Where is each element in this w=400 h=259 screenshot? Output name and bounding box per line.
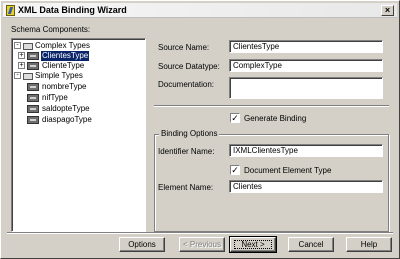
element-name-label: Element Name: — [158, 183, 214, 192]
identifier-name-field[interactable]: IXMLClientesType — [229, 144, 383, 157]
delphi-app-icon — [6, 5, 15, 16]
bottom-separator — [7, 232, 393, 234]
expand-icon[interactable]: + — [18, 52, 25, 59]
close-button[interactable]: × — [381, 5, 394, 16]
schema-components-tree[interactable]: - Complex Types + ClientesType + Cliente… — [11, 38, 146, 232]
generate-binding-label: Generate Binding — [244, 114, 307, 123]
identifier-name-label: Identifier Name: — [158, 147, 215, 156]
source-datatype-field[interactable]: ComplexType — [229, 59, 383, 72]
tree-item-label: diaspagoType — [42, 115, 92, 124]
simple-type-icon — [27, 94, 39, 102]
simple-type-icon — [27, 116, 39, 124]
title-bar: XML Data Binding Wizard × — [3, 3, 397, 18]
folder-icon — [23, 73, 33, 80]
folder-icon — [23, 43, 33, 50]
complex-type-icon — [27, 52, 39, 60]
tree-item-label: saldopteType — [42, 104, 90, 113]
cancel-button[interactable]: Cancel — [288, 237, 334, 252]
tree-item-label: nombreType — [42, 82, 87, 91]
tree-group-label: Complex Types — [35, 41, 90, 50]
simple-type-icon — [27, 83, 39, 91]
options-button[interactable]: Options — [119, 237, 165, 252]
generate-binding-checkbox[interactable]: ✓ — [230, 113, 240, 123]
schema-components-label: Schema Components: — [11, 25, 91, 34]
previous-button[interactable]: < Previous — [179, 237, 225, 252]
simple-type-icon — [27, 105, 39, 113]
source-name-label: Source Name: — [158, 43, 210, 52]
tree-group-label: Simple Types — [35, 71, 83, 80]
complex-type-icon — [27, 62, 39, 70]
collapse-icon[interactable]: - — [14, 42, 21, 49]
documentation-field[interactable] — [229, 77, 383, 99]
expand-icon[interactable]: + — [18, 62, 25, 69]
focus-ring — [234, 240, 272, 249]
collapse-icon[interactable]: - — [14, 72, 21, 79]
tree-item-label: ClientesType — [41, 51, 90, 61]
source-name-field[interactable]: ClientesType — [229, 40, 383, 53]
source-datatype-label: Source Datatype: — [158, 62, 220, 71]
tree-item-label: ClienteType — [42, 61, 85, 70]
tree-item-label: nifType — [42, 93, 68, 102]
binding-options-label: Binding Options — [159, 129, 220, 138]
wizard-window: XML Data Binding Wizard × Schema Compone… — [0, 0, 400, 259]
next-button[interactable]: Next > — [229, 236, 277, 253]
document-element-type-label: Document Element Type — [244, 166, 332, 175]
documentation-label: Documentation: — [158, 80, 215, 89]
help-button[interactable]: Help — [346, 237, 392, 252]
element-name-field[interactable]: Clientes — [229, 180, 383, 193]
separator — [154, 105, 389, 107]
document-element-type-checkbox[interactable]: ✓ — [230, 165, 240, 175]
window-title: XML Data Binding Wizard — [18, 5, 127, 15]
